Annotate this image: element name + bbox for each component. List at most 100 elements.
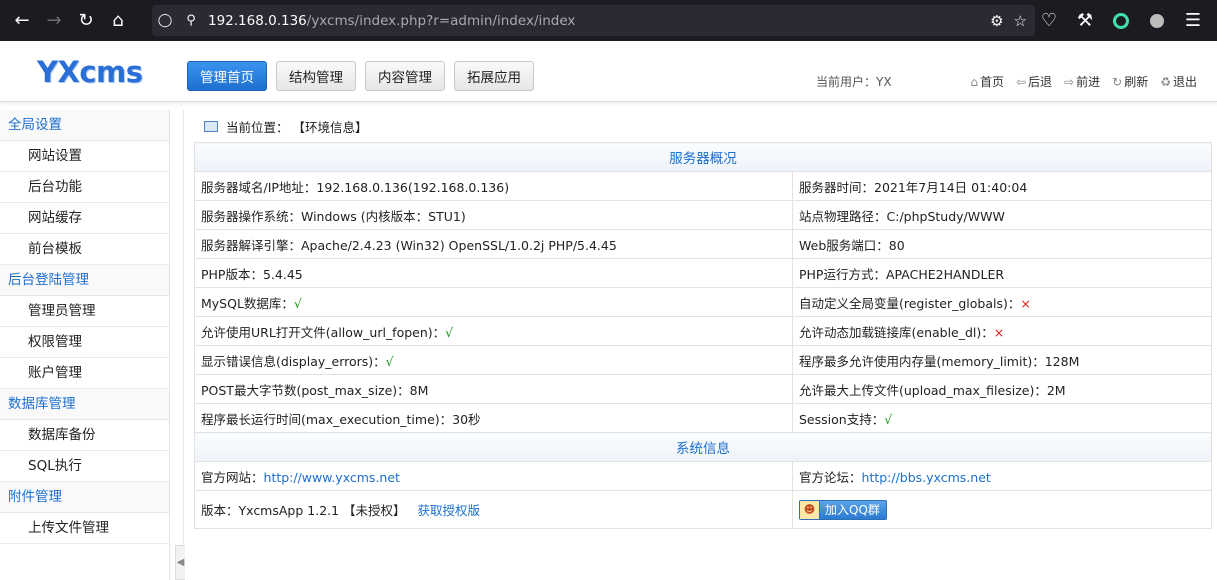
refresh-link[interactable]: ↻ 刷新 — [1112, 73, 1148, 90]
menu-icon[interactable]: ☰ — [1175, 5, 1211, 37]
allow-url-fopen: 允许使用URL打开文件(allow_url_fopen)：√ — [194, 316, 793, 346]
table-row: 显示错误信息(display_errors)：√ 程序最多允许使用内存量(mem… — [194, 345, 1212, 375]
top-nav: 管理首页 结构管理 内容管理 拓展应用 — [187, 61, 534, 91]
home-icon: ⌂ — [970, 74, 978, 89]
sidebar-item-accounts[interactable]: 账户管理 — [0, 358, 169, 389]
table-row: POST最大字节数(post_max_size)：8M 允许最大上传文件(upl… — [194, 374, 1212, 404]
official-site: 官方网站：http://www.yxcms.net — [194, 461, 793, 491]
table-row: MySQL数据库：√ 自动定义全局变量(register_globals)：× — [194, 287, 1212, 317]
sidebar-collapse-handle[interactable]: ◀ — [175, 545, 185, 580]
reload-icon[interactable]: ↻ — [70, 5, 102, 37]
site-path: 站点物理路径：C:/phpStudy/WWW — [792, 200, 1212, 230]
php-version: PHP版本：5.4.45 — [194, 258, 793, 288]
pocket-icon[interactable]: ♡ — [1031, 5, 1067, 37]
check-mark: √ — [293, 295, 302, 311]
header-links: ⌂ 首页 ⇦ 后退 ⇨ 前进 ↻ 刷新 ♻ 退出 — [970, 73, 1197, 90]
sidebar-item-site-settings[interactable]: 网站设置 — [0, 141, 169, 172]
bug-icon[interactable]: ⚙ — [990, 12, 1003, 30]
wrench-icon[interactable]: ⚒ — [1067, 5, 1103, 37]
official-forum-link[interactable]: http://bbs.yxcms.net — [862, 470, 991, 485]
bookmark-star-icon[interactable]: ☆ — [1014, 12, 1027, 30]
cross-mark: × — [1020, 295, 1031, 311]
insecure-lock-icon[interactable]: ⚲ — [178, 13, 204, 28]
logout-link[interactable]: ♻ 退出 — [1160, 73, 1197, 90]
forward-link-label: 前进 — [1076, 75, 1101, 89]
upload-max-filesize: 允许最大上传文件(upload_max_filesize)：2M — [792, 374, 1212, 404]
back-link-label: 后退 — [1028, 75, 1053, 89]
sidebar-group-database[interactable]: 数据库管理 — [0, 389, 169, 420]
sidebar-item-front-templates[interactable]: 前台模板 — [0, 234, 169, 265]
php-mode: PHP运行方式：APACHE2HANDLER — [792, 258, 1212, 288]
forward-link[interactable]: ⇨ 前进 — [1064, 73, 1100, 90]
back-link[interactable]: ⇦ 后退 — [1016, 73, 1052, 90]
enable-dl-label: 允许动态加载链接库(enable_dl)： — [799, 324, 994, 340]
license-link[interactable]: 获取授权版 — [417, 503, 480, 518]
table-row: 程序最长运行时间(max_execution_time)：30秒 Session… — [194, 403, 1212, 433]
extension-gray-icon[interactable] — [1139, 5, 1175, 37]
sidebar-item-permissions[interactable]: 权限管理 — [0, 327, 169, 358]
official-forum: 官方论坛：http://bbs.yxcms.net — [792, 461, 1212, 491]
server-overview-title: 服务器概况 — [194, 142, 1212, 172]
table-row: 官方网站：http://www.yxcms.net 官方论坛：http://bb… — [194, 461, 1212, 491]
sidebar-group-global[interactable]: 全局设置 — [0, 110, 169, 141]
sidebar-item-site-cache[interactable]: 网站缓存 — [0, 203, 169, 234]
tab-structure[interactable]: 结构管理 — [276, 61, 356, 91]
home-link[interactable]: ⌂ 首页 — [970, 73, 1004, 90]
sidebar-item-backend-functions[interactable]: 后台功能 — [0, 172, 169, 203]
server-os: 服务器操作系统：Windows (内核版本：STU1) — [194, 200, 793, 230]
server-time: 服务器时间：2021年7月14日 01:40:04 — [792, 171, 1212, 201]
breadcrumb: 当前位置： 【环境信息】 — [194, 110, 1211, 142]
table-row: 允许使用URL打开文件(allow_url_fopen)：√ 允许动态加载链接库… — [194, 316, 1212, 346]
forward-icon: ⇨ — [1064, 74, 1075, 89]
table-row: PHP版本：5.4.45 PHP运行方式：APACHE2HANDLER — [194, 258, 1212, 288]
tab-home-admin[interactable]: 管理首页 — [187, 61, 267, 91]
app-header: YXcms 管理首页 结构管理 内容管理 拓展应用 当前用户：YX ⌂ 首页 ⇦ 后… — [0, 41, 1217, 102]
session-label: Session支持： — [799, 411, 885, 427]
register-globals: 自动定义全局变量(register_globals)：× — [792, 287, 1212, 317]
version-label: 版本：YxcmsApp 1.2.1 【未授权】 — [201, 503, 406, 518]
home-icon[interactable]: ⌂ — [102, 5, 134, 37]
sidebar-group-login[interactable]: 后台登陆管理 — [0, 265, 169, 296]
logo: YXcms — [37, 55, 143, 89]
table-row: 服务器解译引擎：Apache/2.4.23 (Win32) OpenSSL/1.… — [194, 229, 1212, 259]
back-arrow-icon[interactable]: ← — [6, 5, 38, 37]
sidebar-item-uploads[interactable]: 上传文件管理 — [0, 513, 169, 544]
address-bar[interactable]: ◯ ⚲ 192.168.0.136/yxcms/index.php?r=admi… — [152, 5, 1035, 36]
sidebar-group-attachments[interactable]: 附件管理 — [0, 482, 169, 513]
web-port: Web服务端口：80 — [792, 229, 1212, 259]
server-info-table: 服务器概况 服务器域名/IP地址：192.168.0.136(192.168.0… — [194, 142, 1212, 529]
enable-dl: 允许动态加载链接库(enable_dl)：× — [792, 316, 1212, 346]
extension-green-icon[interactable] — [1103, 5, 1139, 37]
current-user: 当前用户：YX — [816, 75, 892, 89]
main-content: 当前位置： 【环境信息】 服务器概况 服务器域名/IP地址：192.168.0.… — [194, 110, 1212, 529]
server-domain: 服务器域名/IP地址：192.168.0.136(192.168.0.136) — [194, 171, 793, 201]
qq-people-icon: ☻ — [800, 500, 820, 519]
tab-extensions[interactable]: 拓展应用 — [454, 61, 534, 91]
sidebar-item-db-backup[interactable]: 数据库备份 — [0, 420, 169, 451]
sidebar-item-sql-exec[interactable]: SQL执行 — [0, 451, 169, 482]
server-engine: 服务器解译引擎：Apache/2.4.23 (Win32) OpenSSL/1.… — [194, 229, 793, 259]
forward-arrow-icon[interactable]: → — [38, 5, 70, 37]
display-errors: 显示错误信息(display_errors)：√ — [194, 345, 793, 375]
table-row: 服务器域名/IP地址：192.168.0.136(192.168.0.136) … — [194, 171, 1212, 201]
shield-icon[interactable]: ◯ — [152, 13, 178, 28]
url-text[interactable]: 192.168.0.136/yxcms/index.php?r=admin/in… — [208, 13, 575, 29]
tab-content[interactable]: 内容管理 — [365, 61, 445, 91]
qq-cell: ☻ 加入QQ群 — [792, 490, 1212, 529]
memory-limit: 程序最多允许使用内存量(memory_limit)：128M — [792, 345, 1212, 375]
allow-url-fopen-label: 允许使用URL打开文件(allow_url_fopen)： — [201, 324, 446, 340]
mysql-label: MySQL数据库： — [201, 295, 294, 311]
cross-mark: × — [993, 324, 1005, 340]
display-errors-label: 显示错误信息(display_errors)： — [201, 353, 386, 369]
join-qq-group-button[interactable]: ☻ 加入QQ群 — [799, 499, 887, 520]
url-path: /yxcms/index.php?r=admin/index/index — [306, 12, 576, 29]
mysql-support: MySQL数据库：√ — [194, 287, 793, 317]
table-row: 版本：YxcmsApp 1.2.1 【未授权】 获取授权版 ☻ 加入QQ群 — [194, 490, 1212, 529]
breadcrumb-current: 【环境信息】 — [292, 119, 368, 135]
session-support: Session支持：√ — [792, 403, 1212, 433]
browser-toolbar: ← → ↻ ⌂ ◯ ⚲ 192.168.0.136/yxcms/index.ph… — [0, 0, 1217, 41]
register-globals-label: 自动定义全局变量(register_globals)： — [799, 295, 1021, 311]
home-link-label: 首页 — [979, 75, 1004, 89]
sidebar-item-admins[interactable]: 管理员管理 — [0, 296, 169, 327]
official-site-link[interactable]: http://www.yxcms.net — [264, 470, 400, 485]
